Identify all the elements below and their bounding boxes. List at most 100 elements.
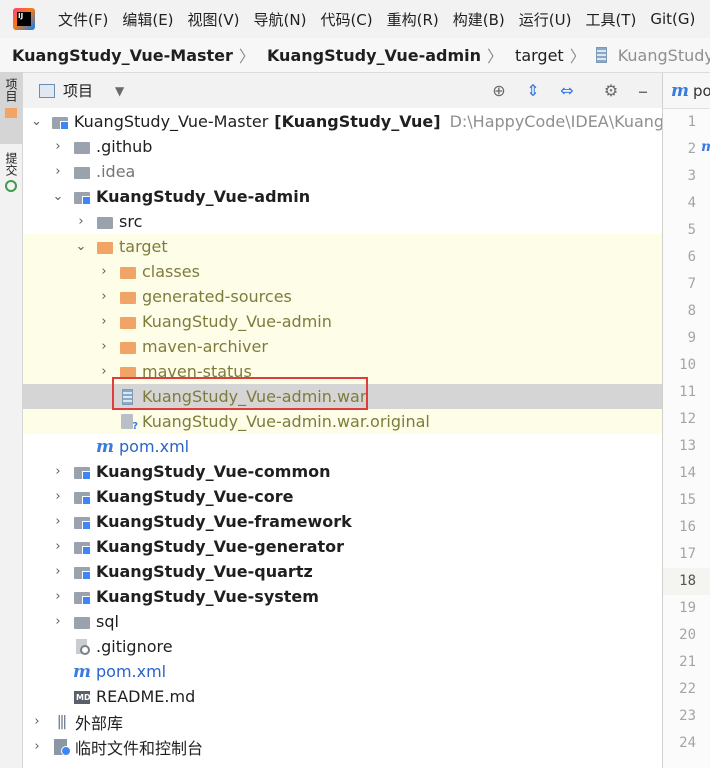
commit-tool-tab[interactable]: 提交 bbox=[0, 144, 22, 214]
chevron-right-icon[interactable]: › bbox=[52, 564, 64, 579]
project-tool-tab[interactable]: 项目 bbox=[0, 72, 22, 144]
line-number: 21 bbox=[679, 654, 696, 670]
tree-row-src[interactable]: › src bbox=[23, 209, 662, 234]
tree-row-maven-status[interactable]: › maven-status bbox=[23, 359, 662, 384]
menu-edit[interactable]: 编辑(E) bbox=[116, 9, 181, 30]
tree-row-admin[interactable]: ⌄ KuangStudy_Vue-admin bbox=[23, 184, 662, 209]
editor-tab-pom[interactable]: m pom.xml bbox=[663, 73, 710, 109]
tree-row-gitignore[interactable]: › .gitignore bbox=[23, 634, 662, 659]
chevron-right-icon[interactable]: › bbox=[31, 714, 43, 729]
tree-row-idea[interactable]: › .idea bbox=[23, 159, 662, 184]
chevron-down-icon[interactable]: ▼ bbox=[115, 84, 124, 98]
tree-label-system: KuangStudy_Vue-system bbox=[96, 587, 319, 606]
line-number: 8 bbox=[687, 303, 696, 319]
chevron-right-icon[interactable]: › bbox=[52, 589, 64, 604]
menu-code[interactable]: 代码(C) bbox=[314, 9, 380, 30]
menu-file[interactable]: 文件(F) bbox=[52, 9, 116, 30]
module-folder-icon bbox=[74, 464, 91, 480]
tree-row-sql[interactable]: › sql bbox=[23, 609, 662, 634]
tree-row-root[interactable]: ⌄ KuangStudy_Vue-Master [KuangStudy_Vue]… bbox=[23, 109, 662, 134]
chevron-right-icon[interactable]: › bbox=[52, 514, 64, 529]
line-number: 4 bbox=[687, 195, 696, 211]
menu-git[interactable]: Git(G) bbox=[644, 10, 703, 28]
chevron-right-icon[interactable]: › bbox=[98, 314, 110, 329]
menu-build[interactable]: 构建(B) bbox=[447, 9, 513, 30]
breadcrumb-separator: 〉 bbox=[487, 47, 504, 66]
gitignore-file-icon bbox=[74, 638, 90, 655]
menu-refactor[interactable]: 重构(R) bbox=[381, 9, 447, 30]
tree-row-target[interactable]: ⌄ target bbox=[23, 234, 662, 259]
chevron-right-icon[interactable]: › bbox=[52, 489, 64, 504]
breadcrumb-module[interactable]: KuangStudy_Vue-admin bbox=[255, 46, 481, 65]
tree-row-classes[interactable]: › classes bbox=[23, 259, 662, 284]
tree-label-external-libraries: 外部库 bbox=[75, 713, 124, 733]
line-number: 11 bbox=[679, 384, 696, 400]
tree-row-war[interactable]: › KuangStudy_Vue-admin.war bbox=[23, 384, 662, 409]
tree-row-external-libraries[interactable]: › ||| 外部库 bbox=[23, 709, 662, 734]
chevron-right-icon[interactable]: › bbox=[52, 539, 64, 554]
breadcrumb-separator: 〉 bbox=[238, 47, 255, 66]
chevron-right-icon[interactable]: › bbox=[98, 364, 110, 379]
panel-title[interactable]: 项目 bbox=[63, 80, 93, 101]
menu-navigate[interactable]: 导航(N) bbox=[248, 9, 315, 30]
breadcrumb-file[interactable]: KuangStudy_Vue-admin.war bbox=[610, 46, 710, 65]
chevron-down-icon[interactable]: ⌄ bbox=[52, 189, 64, 204]
folder-icon bbox=[97, 214, 113, 230]
tree-row-admin-folder[interactable]: › KuangStudy_Vue-admin bbox=[23, 309, 662, 334]
scratch-console-icon bbox=[53, 738, 71, 756]
tree-label-common: KuangStudy_Vue-common bbox=[96, 462, 331, 481]
menu-tools[interactable]: 工具(T) bbox=[579, 9, 644, 30]
left-tool-strip: 项目 提交 bbox=[0, 72, 23, 768]
chevron-right-icon[interactable]: › bbox=[52, 139, 64, 154]
chevron-right-icon[interactable]: › bbox=[98, 289, 110, 304]
tree-row-framework[interactable]: › KuangStudy_Vue-framework bbox=[23, 509, 662, 534]
folder-icon bbox=[5, 108, 17, 118]
tree-row-generator[interactable]: › KuangStudy_Vue-generator bbox=[23, 534, 662, 559]
maven-icon: m bbox=[671, 80, 689, 101]
folder-icon bbox=[74, 614, 90, 630]
menu-run[interactable]: 运行(U) bbox=[513, 9, 580, 30]
tree-row-system[interactable]: › KuangStudy_Vue-system bbox=[23, 584, 662, 609]
excluded-folder-icon bbox=[120, 339, 136, 355]
tree-row-readme[interactable]: › MD README.md bbox=[23, 684, 662, 709]
excluded-folder-icon bbox=[120, 314, 136, 330]
module-folder-icon bbox=[74, 589, 91, 605]
menu-view[interactable]: 视图(V) bbox=[182, 9, 248, 30]
chevron-right-icon[interactable]: › bbox=[98, 264, 110, 279]
tree-row-root-pom[interactable]: › m pom.xml bbox=[23, 659, 662, 684]
chevron-right-icon[interactable]: › bbox=[52, 614, 64, 629]
breadcrumb-project[interactable]: KuangStudy_Vue-Master bbox=[0, 46, 233, 65]
chevron-down-icon[interactable]: ⌄ bbox=[31, 114, 42, 129]
tree-row-scratches[interactable]: › 临时文件和控制台 bbox=[23, 734, 662, 759]
chevron-down-icon[interactable]: ⌄ bbox=[75, 239, 87, 254]
gear-icon[interactable]: ⚙ bbox=[599, 73, 623, 108]
chevron-right-icon[interactable]: › bbox=[52, 464, 64, 479]
module-folder-icon bbox=[74, 539, 91, 555]
intellij-logo-icon[interactable]: IJ bbox=[13, 8, 35, 30]
tree-row-maven-archiver[interactable]: › maven-archiver bbox=[23, 334, 662, 359]
tree-row-quartz[interactable]: › KuangStudy_Vue-quartz bbox=[23, 559, 662, 584]
chevron-right-icon[interactable]: › bbox=[31, 739, 43, 754]
markdown-file-icon: MD bbox=[74, 689, 91, 705]
maven-icon: m bbox=[96, 436, 114, 457]
tree-label-sql: sql bbox=[96, 612, 119, 631]
tree-row-war-original[interactable]: › ? KuangStudy_Vue-admin.war.original bbox=[23, 409, 662, 434]
collapse-all-icon[interactable]: ⇔ bbox=[555, 73, 579, 108]
tree-row-common[interactable]: › KuangStudy_Vue-common bbox=[23, 459, 662, 484]
tree-row-github[interactable]: › .github bbox=[23, 134, 662, 159]
tree-row-admin-pom[interactable]: › m pom.xml bbox=[23, 434, 662, 459]
expand-all-icon[interactable]: ⇕ bbox=[521, 73, 545, 108]
maven-icon: m bbox=[73, 661, 91, 682]
tree-row-core[interactable]: › KuangStudy_Vue-core bbox=[23, 484, 662, 509]
breadcrumb: KuangStudy_Vue-Master 〉 KuangStudy_Vue-a… bbox=[0, 38, 710, 73]
chevron-right-icon[interactable]: › bbox=[75, 214, 87, 229]
hide-panel-icon[interactable]: – bbox=[631, 73, 655, 108]
locate-file-icon[interactable]: ⊕ bbox=[487, 73, 511, 108]
tree-label-admin: KuangStudy_Vue-admin bbox=[96, 187, 311, 206]
breadcrumb-folder[interactable]: target bbox=[503, 46, 564, 65]
tree-label-framework: KuangStudy_Vue-framework bbox=[96, 512, 352, 531]
line-number: 16 bbox=[679, 519, 696, 535]
tree-row-generated-sources[interactable]: › generated-sources bbox=[23, 284, 662, 309]
chevron-right-icon[interactable]: › bbox=[98, 339, 110, 354]
chevron-right-icon[interactable]: › bbox=[52, 164, 64, 179]
